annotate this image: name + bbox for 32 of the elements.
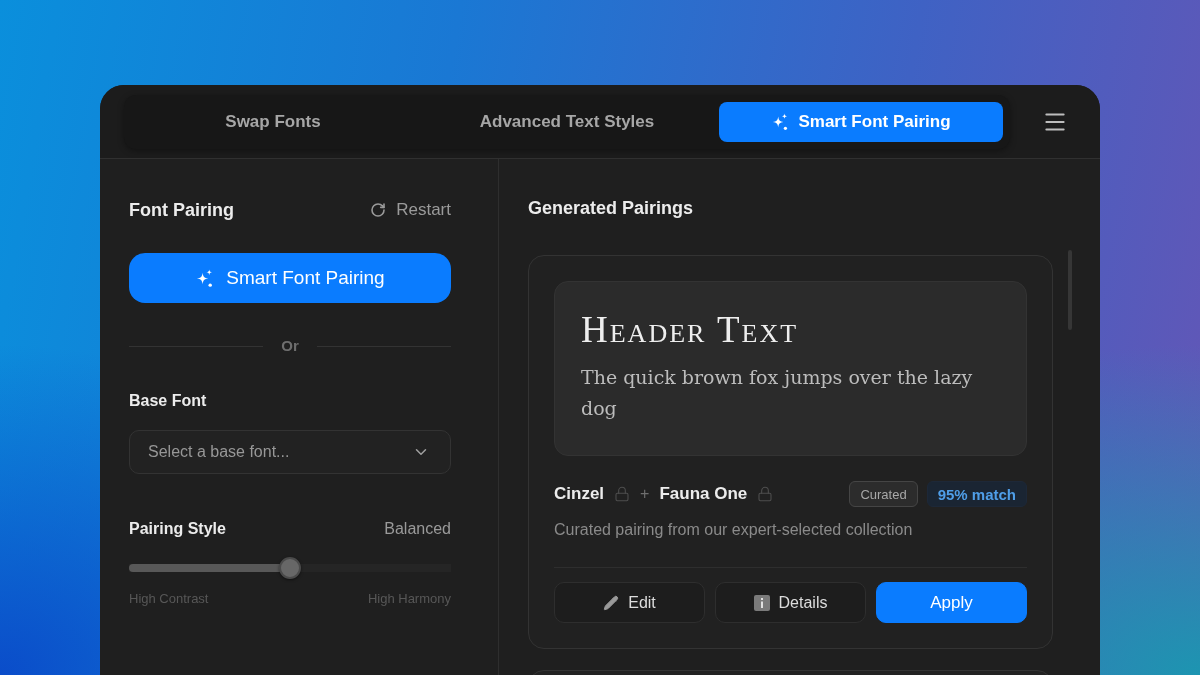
apply-button[interactable]: Apply: [876, 582, 1027, 623]
panel-title: Font Pairing: [129, 199, 234, 221]
tag-badge: Curated: [849, 481, 918, 507]
info-icon: [753, 594, 770, 611]
refresh-icon: [370, 202, 387, 218]
font-name: Cinzel: [554, 484, 605, 504]
smart-pairing-button[interactable]: Smart Font Pairing: [129, 253, 451, 303]
edit-button[interactable]: Edit: [554, 582, 705, 623]
details-button[interactable]: Details: [715, 582, 866, 623]
pencil-icon: [603, 594, 620, 611]
pairing-description: Curated pairing from our expert-selected collection: [554, 520, 914, 540]
field-label: Base Font: [129, 392, 207, 410]
slider-min-label: High Contrast: [129, 591, 209, 606]
tab[interactable]: Advanced Text Styles: [425, 101, 709, 142]
tab[interactable]: Swap Fonts: [131, 101, 415, 142]
field-label: Pairing Style: [129, 520, 226, 538]
preview-heading: Header Text: [581, 310, 799, 350]
panel-title: Generated Pairings: [528, 197, 694, 219]
divider-label: Or: [281, 337, 299, 355]
restart-button[interactable]: Restart: [370, 200, 451, 220]
tab[interactable]: Smart Font Pairing: [719, 101, 1003, 142]
sparkle-icon: [195, 268, 215, 288]
match-badge: 95% match: [926, 481, 1027, 507]
font-name: Fauna One: [659, 484, 748, 504]
lock-icon[interactable]: [757, 486, 774, 502]
slider-max-label: High Harmony: [367, 591, 451, 606]
plus-sign: +: [640, 485, 650, 503]
preview-body-text: The quick brown fox jumps over the lazy dog: [581, 365, 974, 421]
lock-icon[interactable]: [614, 486, 631, 502]
slider-value: Balanced: [384, 520, 451, 538]
base-font-select[interactable]: Select a base font...: [129, 430, 451, 474]
slider-thumb[interactable]: [279, 557, 301, 579]
